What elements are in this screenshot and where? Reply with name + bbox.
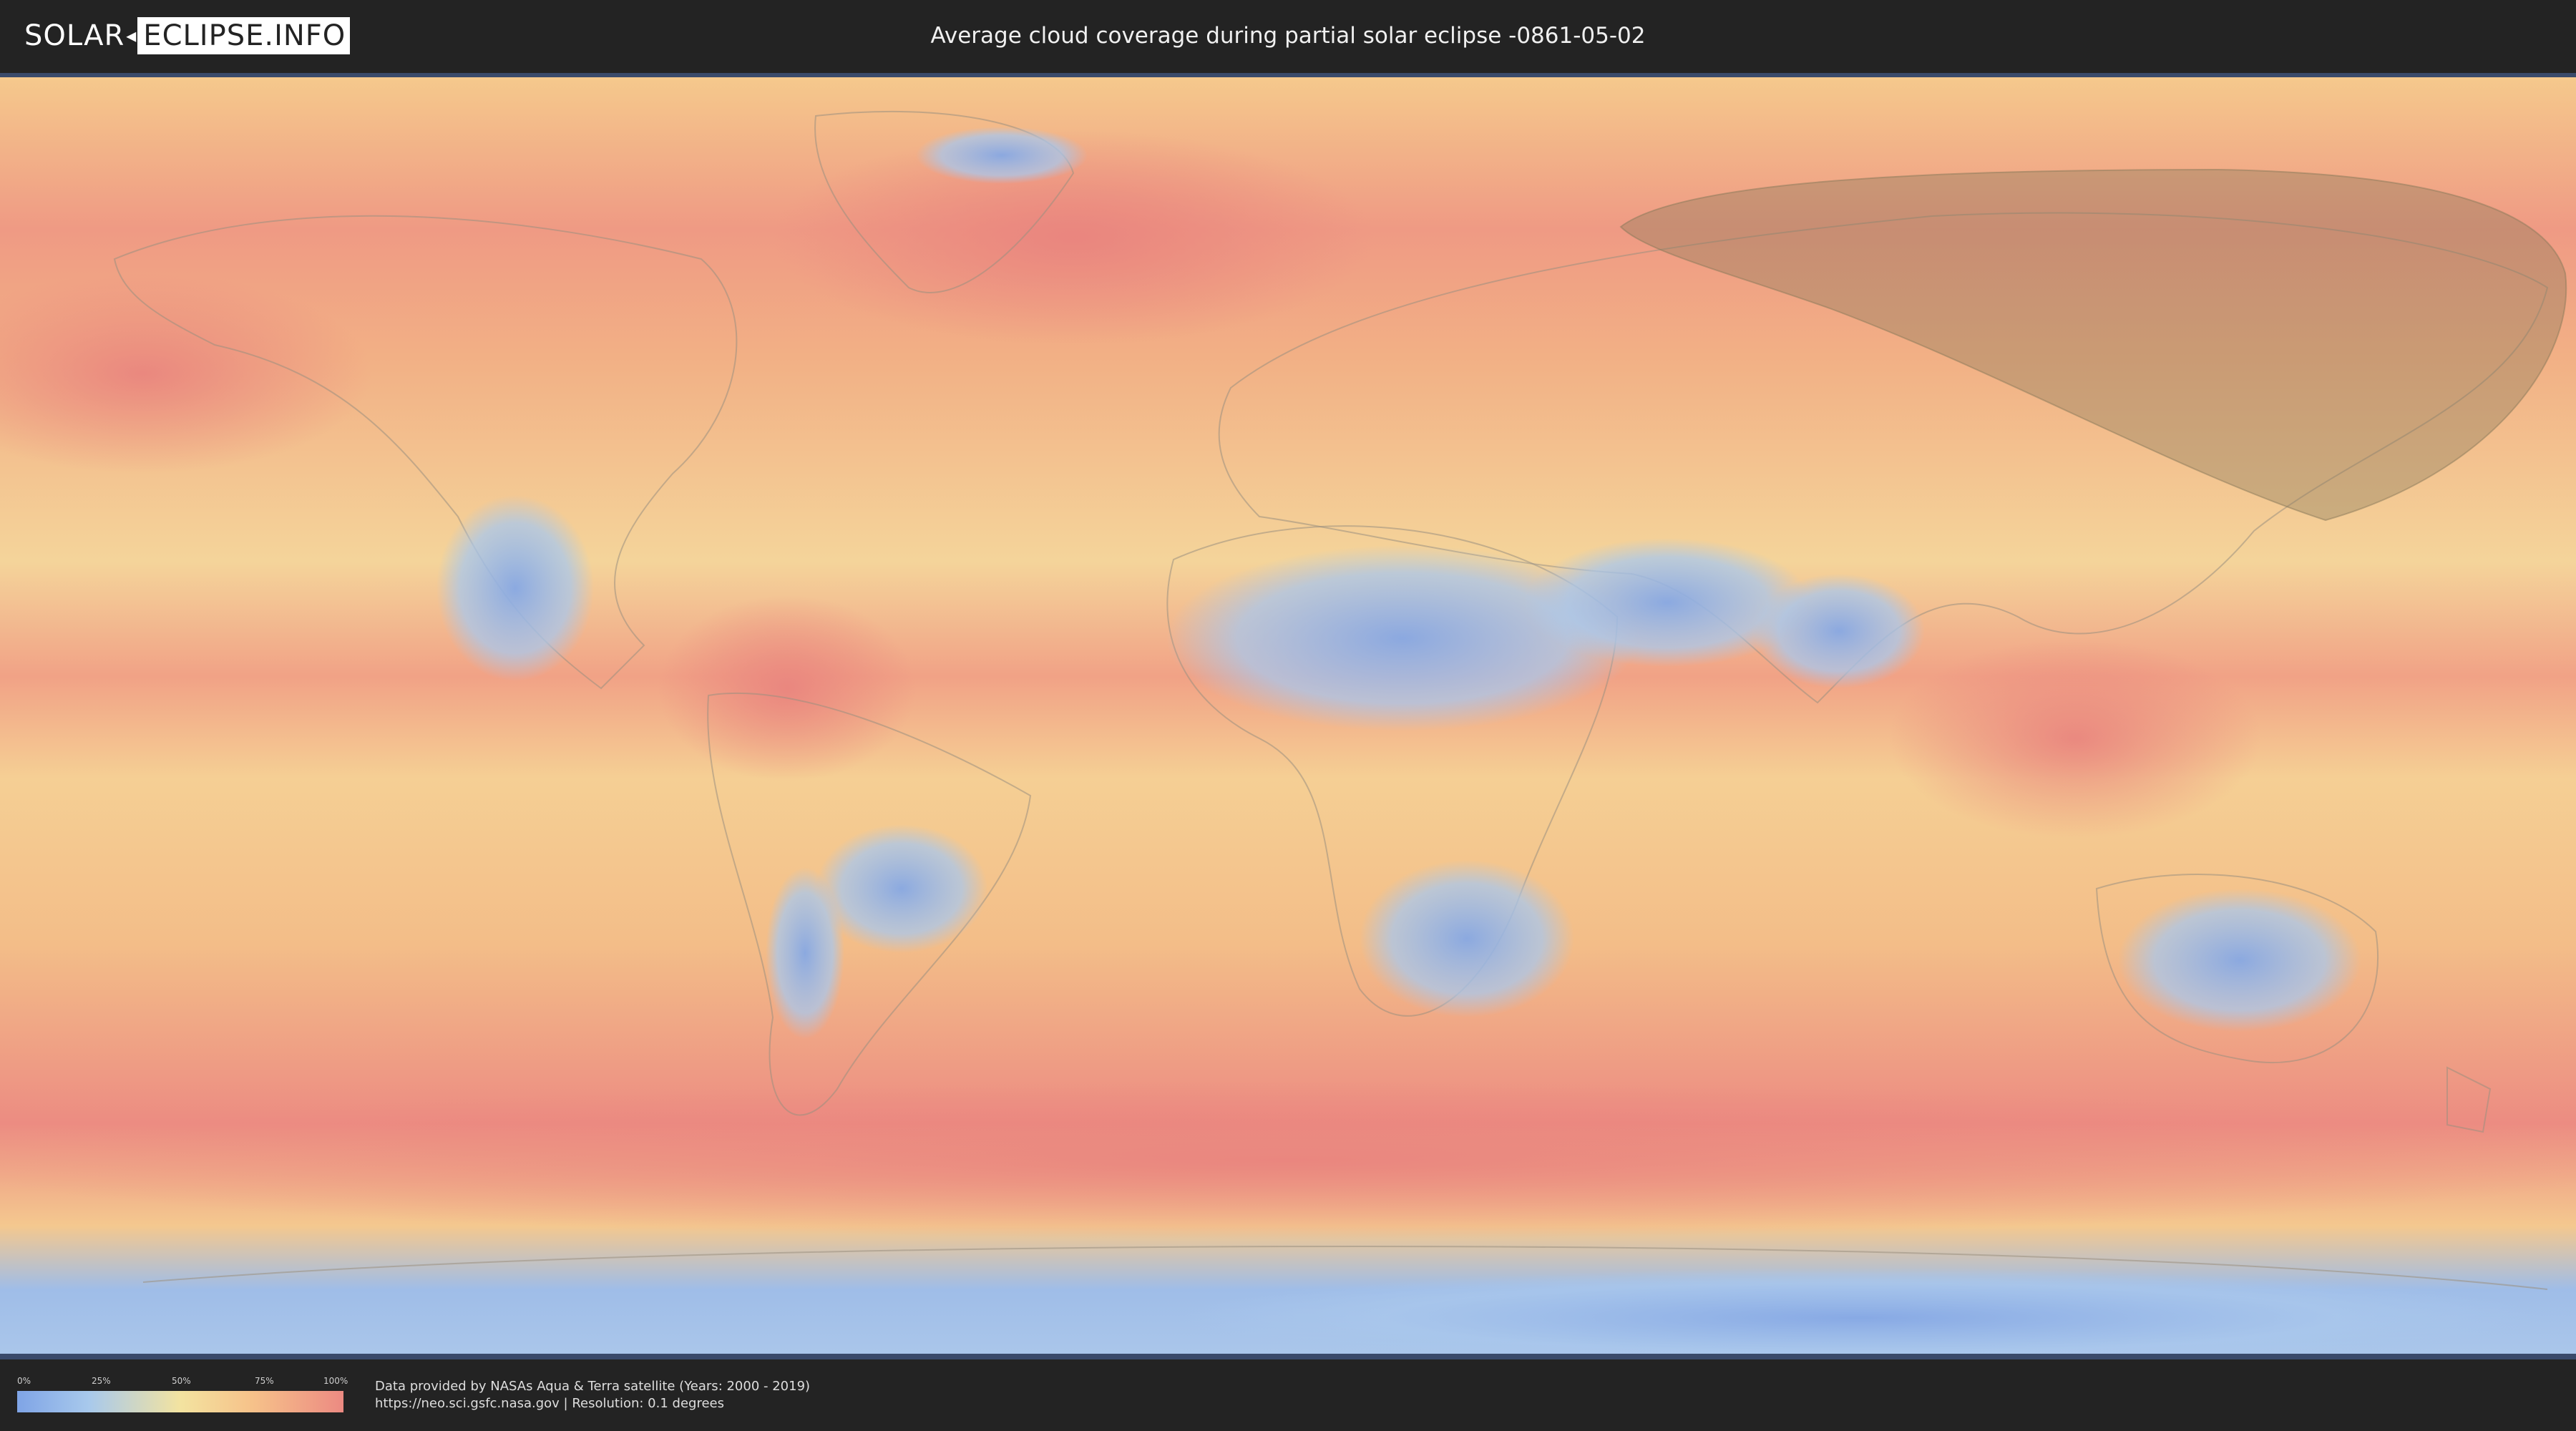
mexico-clear-zone <box>436 495 594 681</box>
india-clear-zone <box>1753 574 1925 688</box>
data-credit-line: Data provided by NASAs Aqua & Terra sate… <box>375 1379 811 1394</box>
cloud-coverage-map[interactable] <box>0 73 2576 1359</box>
map-bottom-edge <box>0 1354 2576 1359</box>
map-canvas <box>0 73 2576 1359</box>
legend-tick-50: 50% <box>172 1376 191 1386</box>
legend-tick-75: 75% <box>255 1376 274 1386</box>
legend-tick-0: 0% <box>17 1376 31 1386</box>
brazil-clear-zone <box>816 824 987 953</box>
greenland-clear-zone <box>916 127 1088 184</box>
page-title: Average cloud coverage during partial so… <box>930 23 1646 49</box>
legend-tick-labels: 0% 25% 50% 75% 100% <box>17 1375 348 1387</box>
southern-africa-clear-zone <box>1360 860 1574 1017</box>
southern-ocean-overcast <box>0 1082 2576 1239</box>
cloud-coverage-legend-bar <box>17 1391 343 1412</box>
amazon-overcast <box>658 595 916 781</box>
header-bar: SOLAR ◂ ECLIPSE.INFO Average cloud cover… <box>0 0 2576 72</box>
data-source-link[interactable]: https://neo.sci.gsfc.nasa.gov | Resoluti… <box>375 1395 724 1412</box>
australia-clear-zone <box>2118 889 2361 1032</box>
legend-tick-100: 100% <box>323 1376 348 1386</box>
legend-tick-25: 25% <box>92 1376 111 1386</box>
indonesia-overcast <box>1889 638 2261 839</box>
map-top-edge <box>0 73 2576 77</box>
